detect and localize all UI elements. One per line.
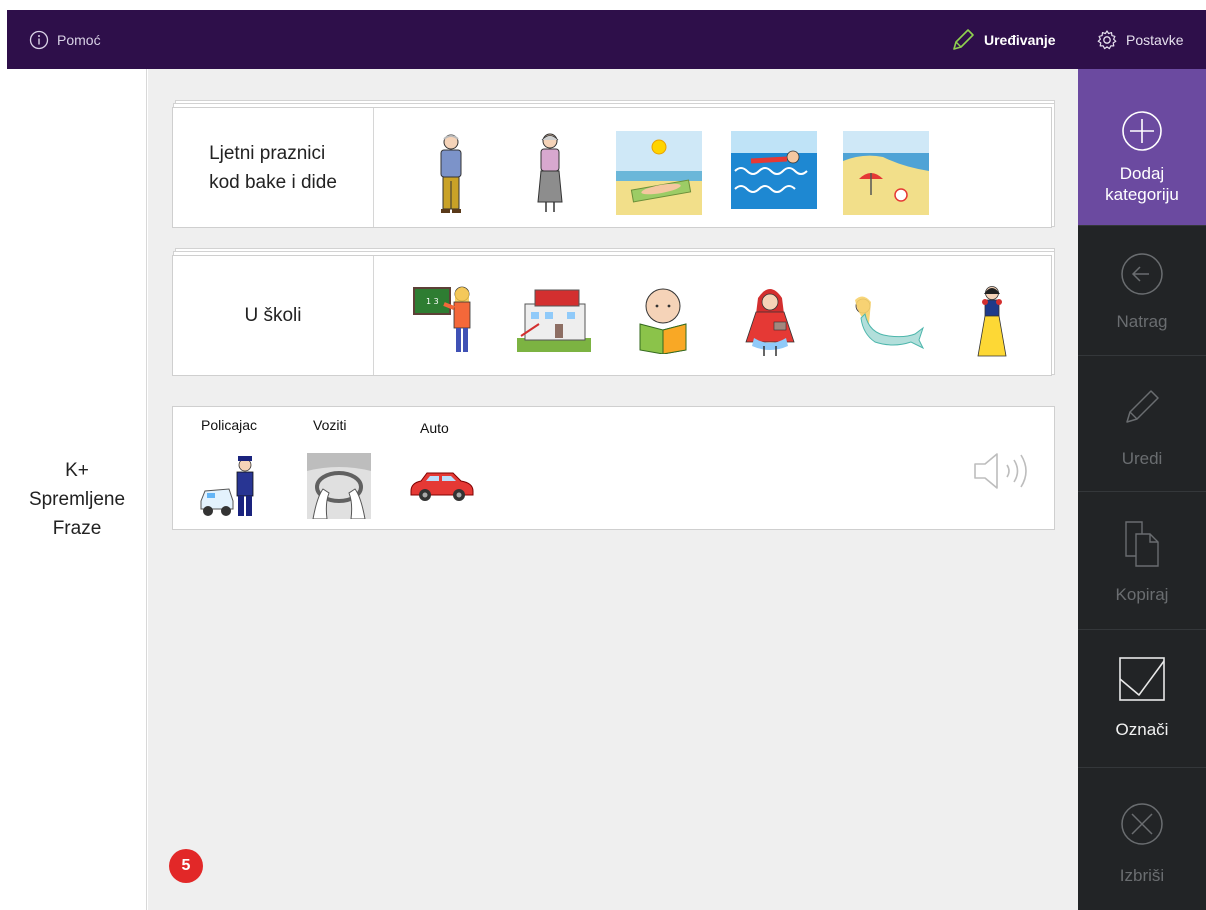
edit-mode-button[interactable]: Uređivanje: [950, 10, 1056, 69]
saved-phrases-panel[interactable]: K+ Spremljene Fraze: [7, 69, 147, 910]
saved-phrase-row[interactable]: Policajac Voziti Auto: [172, 406, 1055, 530]
arrow-left-circle-icon: [1121, 253, 1163, 295]
phrase-word: Policajac: [201, 417, 258, 433]
category-label-line: U školi: [244, 305, 302, 326]
settings-label: Postavke: [1126, 31, 1184, 48]
category-card[interactable]: Ljetni praznici kod bake i dide: [172, 107, 1052, 228]
info-icon: [29, 30, 49, 49]
edit-button[interactable]: Uredi: [1078, 356, 1206, 492]
speaker-icon[interactable]: [973, 451, 1035, 491]
pencil-icon: [953, 28, 974, 50]
phrase-word: Voziti: [313, 417, 347, 433]
svg-text:1 3: 1 3: [426, 297, 439, 306]
select-label: Označi: [1115, 720, 1169, 739]
school-building-picture: [517, 289, 591, 352]
help-label: Pomoć: [57, 31, 101, 48]
category-label: Ljetni praznici kod bake i dide: [173, 108, 374, 227]
delete-button[interactable]: Izbriši: [1078, 768, 1206, 910]
back-label: Natrag: [1116, 312, 1168, 331]
settings-button[interactable]: Postavke: [1096, 10, 1184, 69]
close-circle-icon: [1121, 803, 1163, 845]
phrase-word: Auto: [420, 420, 449, 436]
grandmother-picture: [537, 133, 563, 212]
checkbox-icon: [1119, 657, 1165, 701]
add-category-button[interactable]: Dodaj kategoriju: [1078, 69, 1206, 226]
car-picture: [410, 472, 474, 501]
beach-picture: [843, 131, 929, 215]
main-area: Ljetni praznici kod bake i dide U školi …: [148, 69, 1078, 910]
top-bar: Pomoć Uređivanje Postavke: [7, 10, 1206, 69]
grandfather-picture: [440, 134, 462, 213]
category-label-line: Ljetni praznici: [209, 142, 326, 164]
action-panel: Dodaj kategoriju Natrag Uredi Kopiraj Oz…: [1078, 69, 1206, 910]
add-category-label: kategoriju: [1105, 185, 1179, 204]
copy-button[interactable]: Kopiraj: [1078, 492, 1206, 630]
count-badge: 5: [169, 849, 203, 883]
teacher-blackboard-picture: 1 3: [413, 286, 471, 352]
category-card[interactable]: U školi 1 3: [172, 255, 1052, 376]
panel-title-line: Spremljene: [28, 489, 126, 510]
category-label-line: kod bake i dide: [209, 171, 337, 193]
pencil-icon: [1126, 390, 1159, 423]
help-button[interactable]: Pomoć: [29, 10, 101, 69]
copy-icon: [1125, 521, 1159, 567]
driving-picture: [307, 453, 371, 519]
delete-label: Izbriši: [1119, 866, 1165, 885]
snow-white-picture: [977, 286, 1007, 357]
police-picture: [200, 456, 254, 516]
mermaid-picture: [855, 296, 925, 350]
edit-label: Uredi: [1121, 449, 1163, 468]
back-button[interactable]: Natrag: [1078, 226, 1206, 356]
category-label: U školi: [173, 256, 374, 375]
select-button[interactable]: Označi: [1078, 630, 1206, 768]
swimming-picture: [731, 131, 817, 209]
panel-title-line: Fraze: [52, 518, 102, 539]
panel-title: K+ Spremljene Fraze: [7, 456, 147, 543]
copy-label: Kopiraj: [1115, 585, 1169, 604]
add-category-label: Dodaj: [1119, 164, 1165, 183]
gear-icon: [1097, 29, 1117, 49]
red-riding-hood-picture: [745, 289, 795, 356]
panel-title-line: K+: [65, 460, 89, 481]
plus-circle-icon: [1122, 111, 1162, 151]
edit-mode-label: Uređivanje: [984, 31, 1056, 48]
sunbathing-picture: [616, 131, 702, 215]
child-reading-picture: [639, 288, 687, 354]
